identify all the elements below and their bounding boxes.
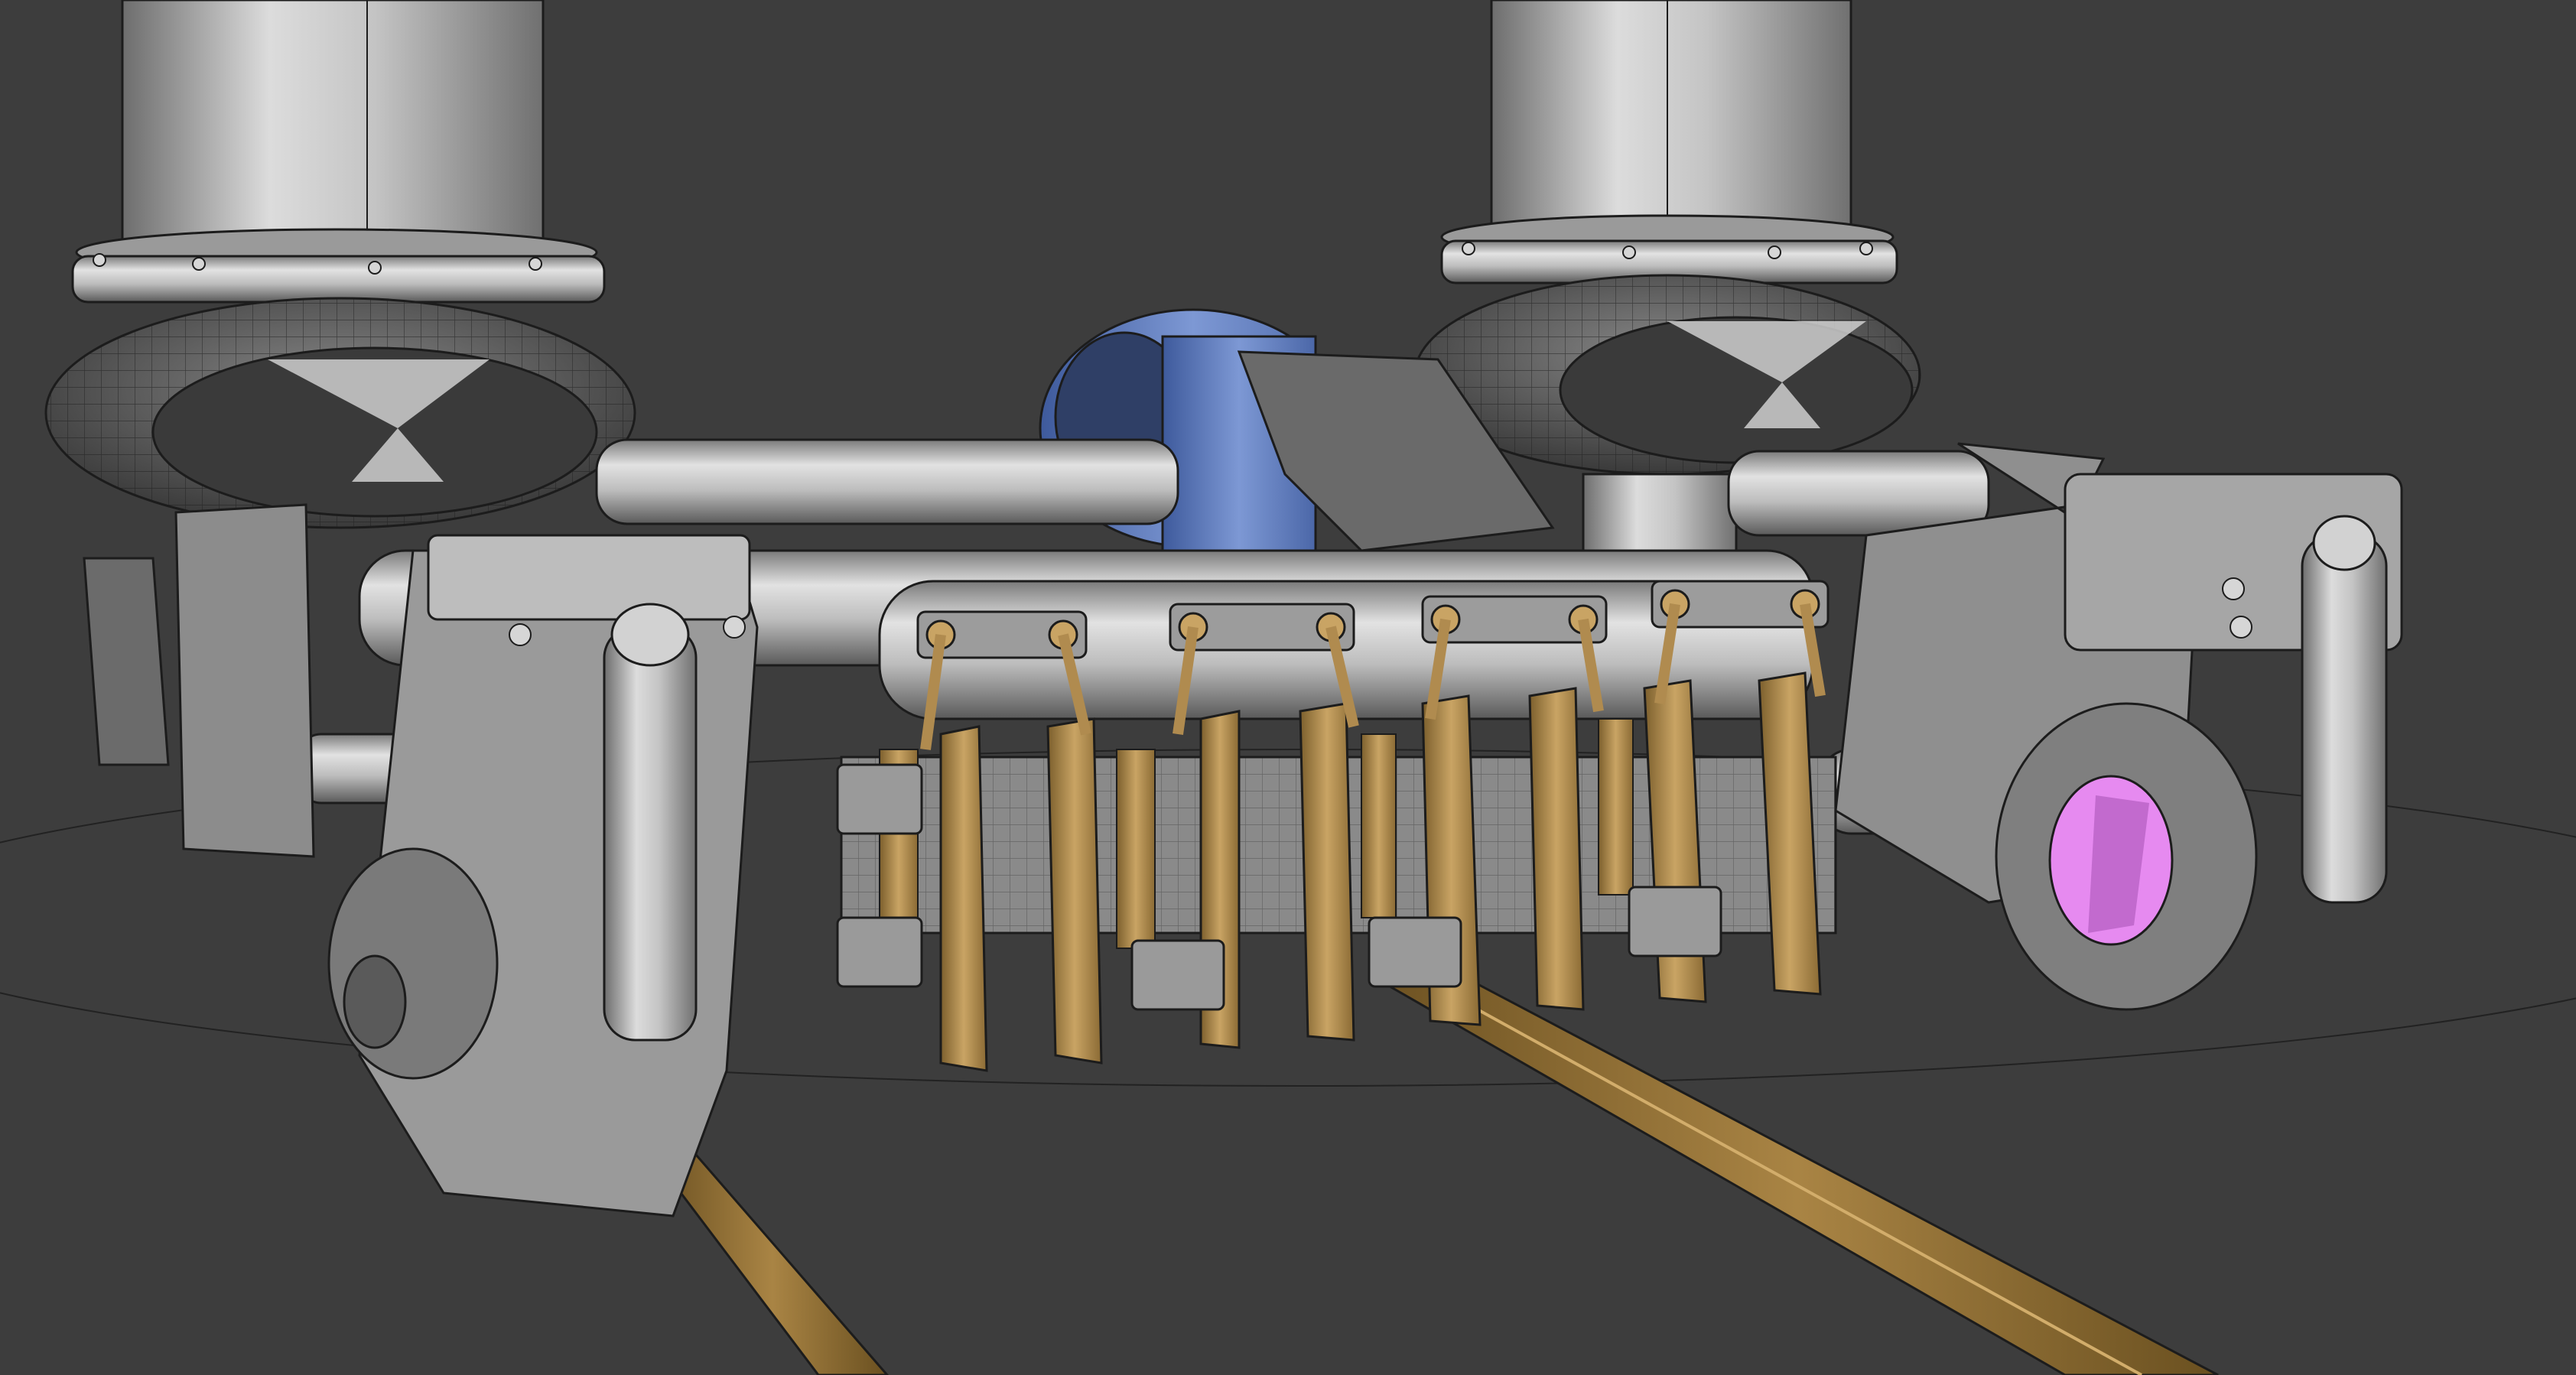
brake-shoe-icon xyxy=(1758,671,1822,996)
right-bogie-assembly xyxy=(1834,442,2403,1011)
brake-shoe-icon xyxy=(1299,702,1397,1042)
air-spring-icon xyxy=(44,297,636,529)
rail-left xyxy=(655,1153,889,1375)
left-column xyxy=(71,0,606,304)
left-bogie-assembly xyxy=(83,503,759,1217)
3d-viewport[interactable] xyxy=(0,0,2576,1375)
scene-render xyxy=(0,0,2576,1375)
rail-right xyxy=(1373,970,2219,1375)
right-column xyxy=(1440,0,1898,284)
